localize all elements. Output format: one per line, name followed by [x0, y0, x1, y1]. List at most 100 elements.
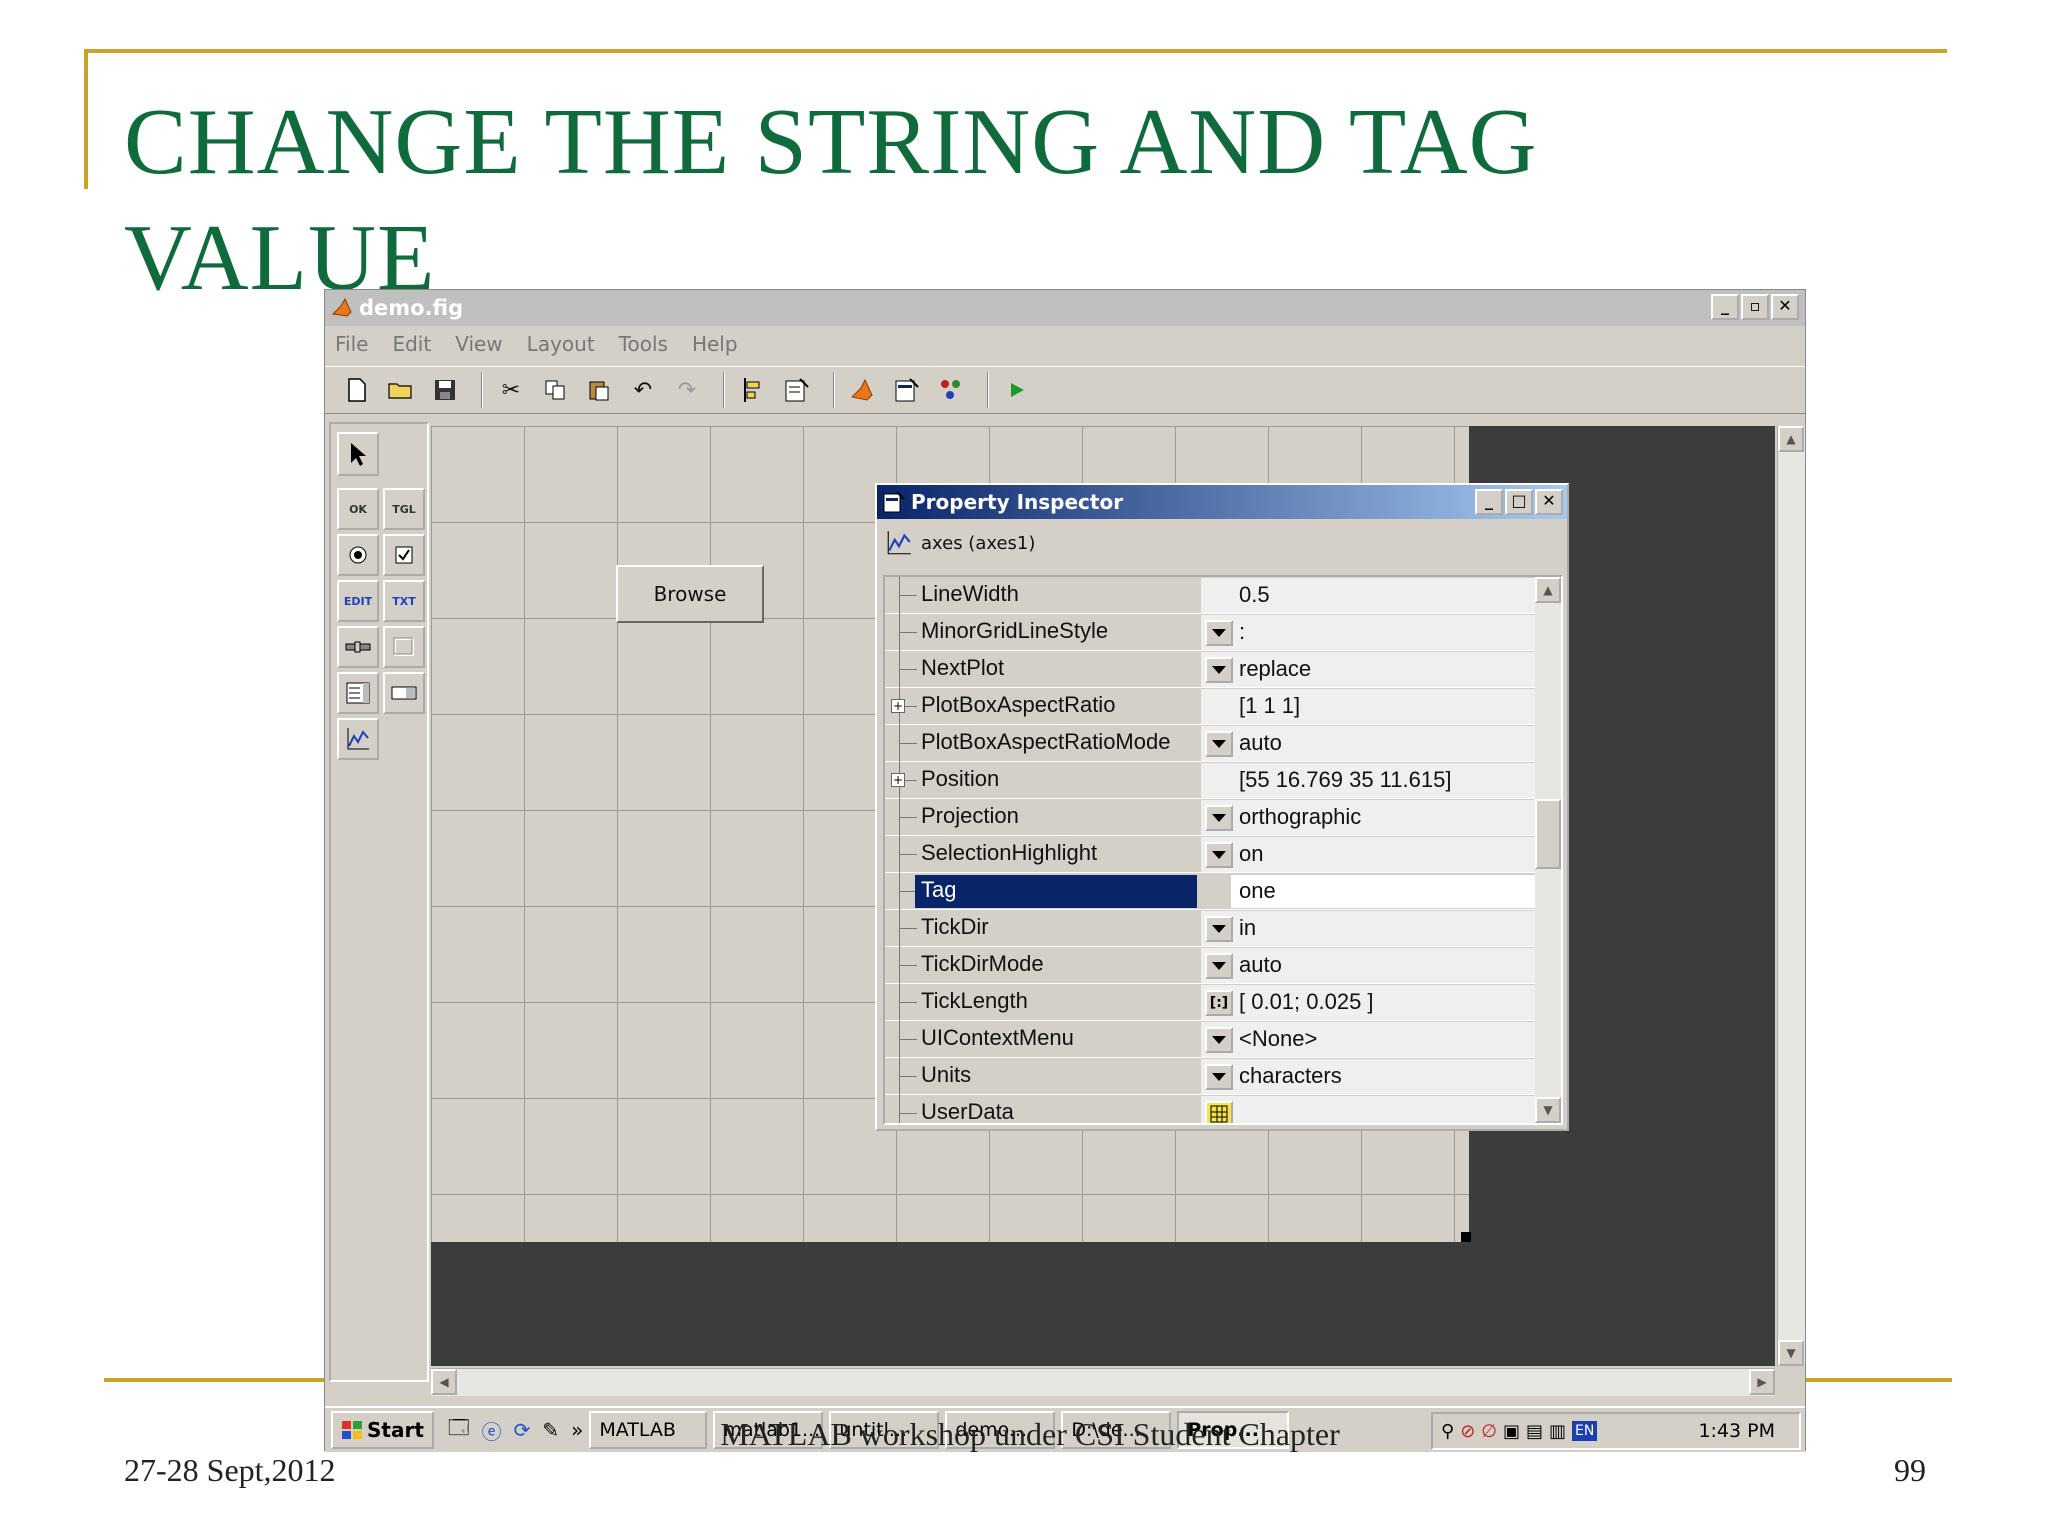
- open-folder-icon[interactable]: [383, 372, 419, 408]
- tray-printer-icon[interactable]: ▤: [1526, 1421, 1543, 1442]
- scroll-up-icon[interactable]: ▲: [1778, 426, 1804, 452]
- tray-flash-icon[interactable]: ∅: [1481, 1421, 1497, 1442]
- menu-layout[interactable]: Layout: [527, 332, 595, 356]
- property-row[interactable]: NextPlot replace: [885, 651, 1539, 688]
- dropdown-arrow-icon[interactable]: [1205, 953, 1233, 979]
- property-inspector-icon[interactable]: [889, 372, 925, 408]
- property-row[interactable]: Tag one: [885, 873, 1539, 910]
- menu-edit[interactable]: Edit: [392, 332, 431, 356]
- tray-antivirus-icon[interactable]: ⊘: [1460, 1421, 1475, 1442]
- menu-tools[interactable]: Tools: [619, 332, 668, 356]
- language-indicator[interactable]: EN: [1572, 1421, 1598, 1441]
- property-row[interactable]: + PlotBoxAspectRatio [1 1 1]: [885, 688, 1539, 725]
- dropdown-arrow-icon[interactable]: [1205, 1064, 1233, 1090]
- edit-text-tool[interactable]: EDIT: [337, 580, 379, 622]
- dropdown-arrow-icon[interactable]: [1205, 805, 1233, 831]
- frame-tool-icon[interactable]: [383, 626, 425, 668]
- property-row[interactable]: SelectionHighlight on: [885, 836, 1539, 873]
- footer-date: 27-28 Sept,2012: [124, 1452, 336, 1488]
- inspector-maximize-button[interactable]: □: [1505, 489, 1533, 515]
- property-row[interactable]: Units characters: [885, 1058, 1539, 1095]
- task-matlab[interactable]: MATLAB: [589, 1411, 708, 1449]
- property-row[interactable]: MinorGridLineStyle:: [885, 614, 1539, 651]
- scroll-right-icon[interactable]: ▶: [1749, 1369, 1775, 1395]
- property-value-editor[interactable]: [1231, 875, 1537, 908]
- dropdown-arrow-icon[interactable]: [1205, 731, 1233, 757]
- property-name: NextPlot: [921, 655, 1005, 680]
- restore-button[interactable]: ▫: [1741, 294, 1769, 320]
- property-value: :: [1239, 619, 1246, 644]
- start-button[interactable]: Start: [331, 1411, 434, 1449]
- property-row[interactable]: LineWidth 0.5: [885, 577, 1539, 614]
- axes-tool-icon[interactable]: [337, 718, 379, 760]
- checkbox-tool-icon[interactable]: [383, 534, 425, 576]
- listbox-tool-icon[interactable]: [337, 672, 379, 714]
- horizontal-scrollbar[interactable]: ◀ ▶: [431, 1368, 1775, 1396]
- dropdown-arrow-icon[interactable]: [1205, 842, 1233, 868]
- run-icon[interactable]: [999, 372, 1035, 408]
- inspector-scroll-thumb[interactable]: [1535, 799, 1561, 869]
- align-icon[interactable]: [735, 372, 771, 408]
- new-file-icon[interactable]: [339, 372, 375, 408]
- static-text-tool[interactable]: TXT: [383, 580, 425, 622]
- property-name: PlotBoxAspectRatioMode: [921, 729, 1171, 754]
- dropdown-arrow-icon[interactable]: [1205, 1027, 1233, 1053]
- scroll-down-icon[interactable]: ▼: [1778, 1340, 1804, 1366]
- menu-view[interactable]: View: [455, 332, 502, 356]
- matlab-icon[interactable]: [845, 372, 881, 408]
- quicklaunch-more-icon[interactable]: »: [571, 1418, 583, 1442]
- property-row[interactable]: + Position [55 16.769 35 11.615]: [885, 762, 1539, 799]
- togglebutton-tool[interactable]: TGL: [383, 488, 425, 530]
- menu-editor-icon[interactable]: [779, 372, 815, 408]
- close-button[interactable]: ✕: [1771, 294, 1799, 320]
- quicklaunch-desktop-icon[interactable]: 🗔: [448, 1413, 470, 1447]
- dropdown-arrow-icon[interactable]: [1205, 916, 1233, 942]
- property-row[interactable]: UIContextMenu <None>: [885, 1021, 1539, 1058]
- undo-icon[interactable]: ↶: [625, 372, 661, 408]
- resize-handle[interactable]: [1461, 1232, 1471, 1242]
- property-row[interactable]: PlotBoxAspectRatioMode auto: [885, 725, 1539, 762]
- radio-tool-icon[interactable]: [337, 534, 379, 576]
- property-row[interactable]: UserData: [885, 1095, 1539, 1123]
- popup-menu-tool-icon[interactable]: [383, 672, 425, 714]
- menu-help[interactable]: Help: [692, 332, 738, 356]
- slider-tool-icon[interactable]: [337, 626, 379, 668]
- tray-window-icon[interactable]: ▣: [1503, 1421, 1520, 1442]
- inspector-scrollbar[interactable]: ▲ ▼: [1535, 577, 1561, 1123]
- scroll-left-icon[interactable]: ◀: [431, 1369, 457, 1395]
- inspector-scroll-down-icon[interactable]: ▼: [1535, 1097, 1561, 1123]
- property-name-selected[interactable]: Tag: [915, 875, 1197, 908]
- expand-icon[interactable]: +: [891, 699, 905, 713]
- expand-icon[interactable]: +: [891, 773, 905, 787]
- quicklaunch-sync-icon[interactable]: ⟳: [514, 1418, 531, 1442]
- object-browser-icon[interactable]: [933, 372, 969, 408]
- property-value-cell[interactable]: [1201, 1096, 1539, 1123]
- menu-file[interactable]: File: [335, 332, 368, 356]
- grid-editor-icon[interactable]: [1205, 1101, 1233, 1123]
- tray-display-icon[interactable]: ▥: [1549, 1421, 1566, 1442]
- property-row[interactable]: TickDir in: [885, 910, 1539, 947]
- select-tool-icon[interactable]: [337, 432, 379, 476]
- tray-network-icon[interactable]: ⚲: [1441, 1421, 1454, 1442]
- vertical-scrollbar[interactable]: ▲ ▼: [1777, 426, 1805, 1366]
- dropdown-arrow-icon[interactable]: [1205, 657, 1233, 683]
- property-row[interactable]: Projection orthographic: [885, 799, 1539, 836]
- inspector-minimize-button[interactable]: _: [1475, 489, 1503, 515]
- inspector-scroll-up-icon[interactable]: ▲: [1535, 577, 1561, 603]
- copy-icon[interactable]: [537, 372, 573, 408]
- inspector-close-button[interactable]: ✕: [1535, 489, 1563, 515]
- property-row[interactable]: TickLength [:][ 0.01; 0.025 ]: [885, 984, 1539, 1021]
- array-editor-icon[interactable]: [:]: [1205, 990, 1233, 1016]
- minimize-button[interactable]: _: [1711, 294, 1739, 320]
- cut-icon[interactable]: ✂: [493, 372, 529, 408]
- property-row[interactable]: TickDirMode auto: [885, 947, 1539, 984]
- quicklaunch-tool-icon[interactable]: ✎: [542, 1418, 559, 1442]
- quicklaunch-ie-icon[interactable]: ⓔ: [482, 1416, 502, 1445]
- dropdown-arrow-icon[interactable]: [1205, 620, 1233, 646]
- redo-icon[interactable]: ↷: [669, 372, 705, 408]
- paste-icon[interactable]: [581, 372, 617, 408]
- property-value-cell[interactable]: [1201, 615, 1539, 650]
- pushbutton-tool[interactable]: OK: [337, 488, 379, 530]
- browse-button[interactable]: Browse: [616, 565, 764, 623]
- save-icon[interactable]: [427, 372, 463, 408]
